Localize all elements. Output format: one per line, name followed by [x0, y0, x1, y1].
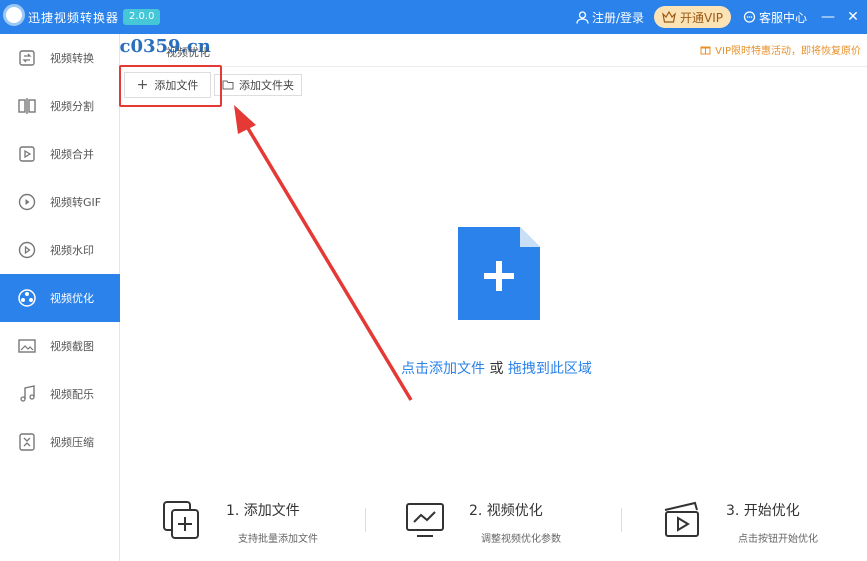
steps-guide: 1. 添加文件 支持批量添加文件 2. 视频优化 调整视频优化参数 3. 开始优… [120, 490, 867, 561]
step-title: 3. 开始优化 [726, 503, 800, 519]
step-desc: 调整视频优化参数 [481, 534, 561, 545]
step-title: 2. 视频优化 [469, 503, 543, 519]
drag-here-link[interactable]: 拖拽到此区域 [508, 361, 592, 377]
add-files-icon [163, 501, 199, 539]
annotation-arrow [234, 105, 413, 401]
or-text: 或 [485, 361, 508, 377]
monitor-chart-icon [406, 503, 444, 537]
clapperboard-icon [664, 501, 699, 537]
dropzone-text: 点击添加文件 或 拖拽到此区域 [401, 358, 592, 378]
step-divider [365, 508, 366, 532]
step-start: 3. 开始优化 点击按钮开始优化 [660, 490, 818, 545]
step-optimize: 2. 视频优化 调整视频优化参数 [403, 490, 561, 545]
step-divider [621, 508, 622, 532]
step-desc: 点击按钮开始优化 [738, 534, 818, 545]
add-file-large-icon[interactable] [458, 227, 540, 320]
click-add-file-link[interactable]: 点击添加文件 [401, 361, 485, 377]
step-add-file: 1. 添加文件 支持批量添加文件 [160, 490, 318, 545]
step-title: 1. 添加文件 [226, 503, 300, 519]
step-desc: 支持批量添加文件 [238, 534, 318, 545]
